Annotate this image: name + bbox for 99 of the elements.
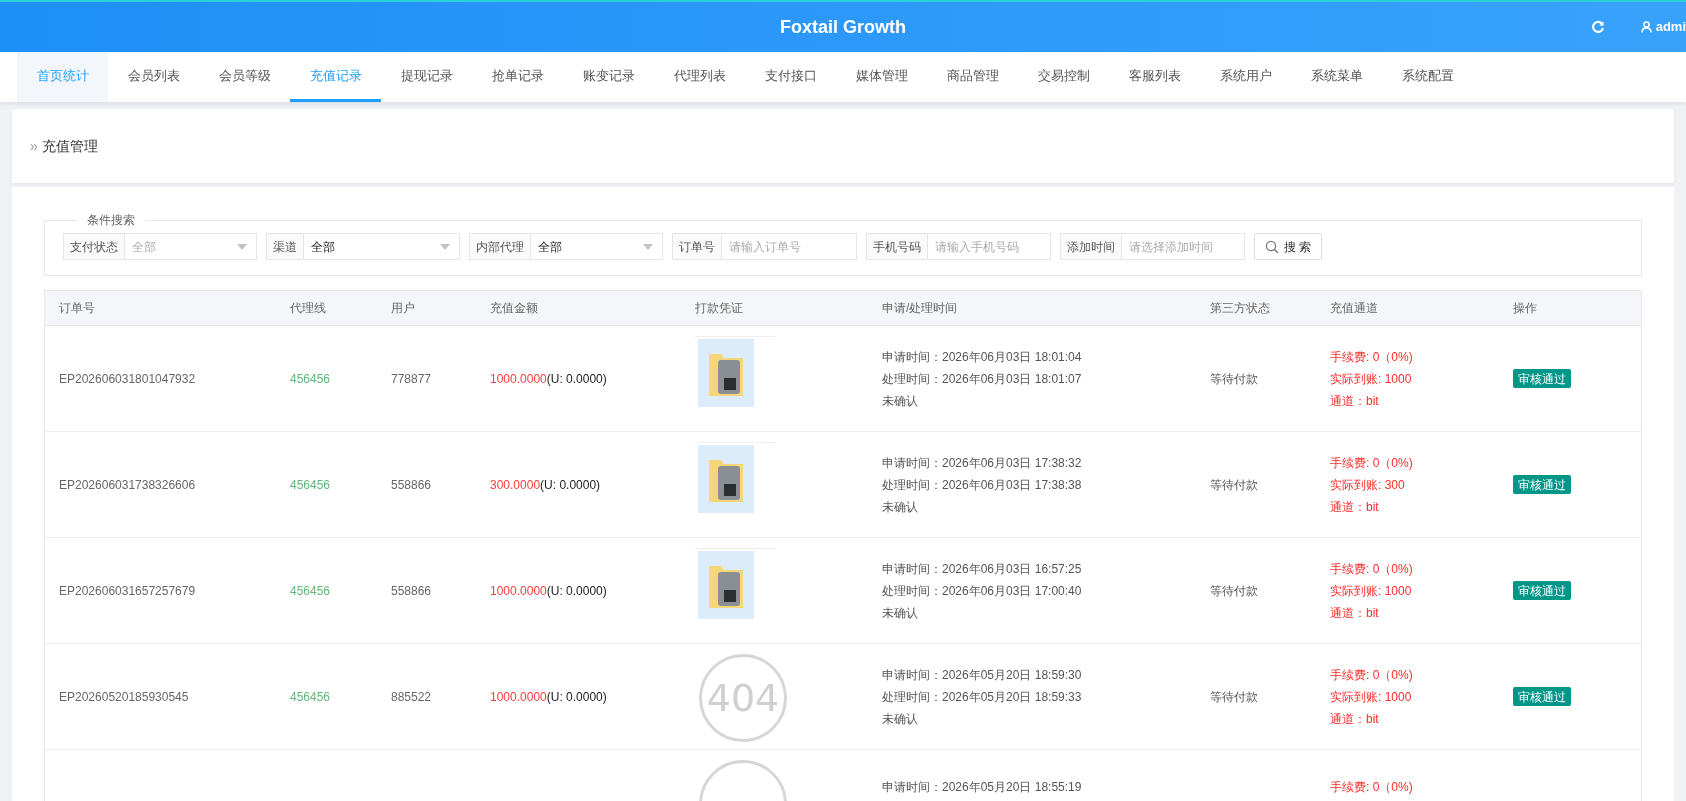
nav-tab[interactable]: 媒体管理	[836, 52, 927, 102]
user-id: 558866	[391, 477, 432, 492]
approve-button[interactable]: 审核通过	[1513, 475, 1571, 494]
third-party-status: 等待付款	[1210, 477, 1258, 492]
field-label: 支付状态	[64, 234, 125, 259]
approve-button[interactable]: 审核通过	[1513, 369, 1571, 388]
field-label: 内部代理	[470, 234, 531, 259]
nav-tab[interactable]: 交易控制	[1018, 52, 1109, 102]
agent-line: 456456	[290, 371, 331, 386]
channel-name: 通道：bit	[1330, 710, 1380, 728]
order-number: EP202606031657257679	[59, 583, 196, 598]
nav-tab[interactable]: 系统菜单	[1291, 52, 1382, 102]
recharge-amount: 1000.0000(U: 0.0000)	[490, 689, 607, 704]
column-header: 订单号	[58, 300, 96, 317]
column-header: 第三方状态	[1209, 300, 1271, 317]
nav-tab[interactable]: 支付接口	[745, 52, 836, 102]
recharge-amount: 300.0000(U: 0.0000)	[490, 477, 601, 492]
fee-text: 手续费: 0（0%)	[1330, 779, 1414, 796]
search-icon	[1265, 239, 1279, 254]
process-time: 处理时间：2026年06月03日 17:38:38	[882, 476, 1083, 494]
apply-time: 申请时间：2026年05月20日 18:59:30	[882, 666, 1083, 684]
nav-tab[interactable]: 客服列表	[1109, 52, 1200, 102]
process-time: 处理时间：2026年05月20日 18:59:33	[882, 688, 1083, 706]
third-party-status: 等待付款	[1210, 583, 1258, 598]
agent-line: 456456	[290, 689, 331, 704]
nav-tab[interactable]: 系统用户	[1200, 52, 1291, 102]
nav-tab[interactable]: 代理列表	[654, 52, 745, 102]
field-label: 手机号码	[867, 234, 928, 259]
fee-text: 手续费: 0（0%)	[1330, 560, 1414, 578]
actual-amount: 实际到账: 1000	[1330, 582, 1413, 600]
column-header: 充值金额	[489, 300, 539, 317]
confirm-status: 未确认	[882, 498, 919, 516]
user-id: 778877	[391, 371, 432, 386]
recharge-amount: 1000.0000(U: 0.0000)	[490, 371, 607, 386]
recharge-amount: 1000.0000(U: 0.0000)	[490, 583, 607, 598]
dropdown-caret-icon	[643, 243, 653, 250]
confirm-status: 未确认	[882, 392, 919, 410]
actual-amount: 实际到账: 1000	[1330, 688, 1413, 706]
input-field[interactable]: 订单号 请输入订单号	[672, 233, 857, 260]
confirm-status: 未确认	[882, 604, 919, 622]
fee-text: 手续费: 0（0%)	[1330, 454, 1414, 472]
channel-name: 通道：bit	[1330, 604, 1380, 622]
channel-name: 通道：bit	[1330, 392, 1380, 410]
order-number: EP20260520185930545	[59, 689, 189, 704]
nav-tab[interactable]: 账变记录	[563, 52, 654, 102]
search-button[interactable]: 搜 索	[1254, 233, 1323, 260]
actual-amount: 实际到账: 1000	[1330, 370, 1413, 388]
dropdown-caret-icon	[440, 243, 450, 250]
approve-button[interactable]: 审核通过	[1513, 687, 1571, 706]
fee-text: 手续费: 0（0%)	[1330, 348, 1414, 366]
page-title: 充值管理	[41, 136, 98, 156]
apply-time: 申请时间：2026年06月03日 17:38:32	[882, 454, 1083, 472]
select-field[interactable]: 内部代理 全部	[469, 233, 663, 260]
refresh-icon[interactable]	[1590, 20, 1605, 34]
field-label: 添加时间	[1061, 234, 1122, 259]
select-field[interactable]: 渠道 全部	[266, 233, 460, 260]
apply-time: 申请时间：2026年05月20日 18:55:19	[882, 779, 1083, 796]
apply-time: 申请时间：2026年06月03日 18:01:04	[882, 348, 1083, 366]
breadcrumb-marker: »	[30, 136, 38, 156]
voucher-thumbnail[interactable]	[698, 551, 754, 619]
fee-text: 手续费: 0（0%)	[1330, 666, 1414, 684]
process-time: 处理时间：2026年06月03日 17:00:40	[882, 582, 1083, 600]
user-id: 558866	[391, 583, 432, 598]
order-number: EP202606031738326606	[59, 477, 196, 492]
field-label: 订单号	[673, 234, 722, 259]
voucher-thumbnail[interactable]	[698, 339, 754, 407]
channel-name: 通道：bit	[1330, 498, 1380, 516]
dropdown-caret-icon	[237, 243, 247, 250]
app-title: Foxtail Growth	[780, 15, 906, 39]
agent-line: 456456	[290, 477, 331, 492]
actual-amount: 实际到账: 300	[1330, 476, 1406, 494]
user-id: 885522	[391, 689, 432, 704]
apply-time: 申请时间：2026年06月03日 16:57:25	[882, 560, 1083, 578]
nav-tab[interactable]: 会员列表	[108, 52, 199, 102]
column-header: 充值通道	[1329, 300, 1379, 317]
column-header: 申请/处理时间	[881, 300, 959, 317]
approve-button[interactable]: 审核通过	[1513, 581, 1571, 600]
nav-tab[interactable]: 系统配置	[1382, 52, 1473, 102]
third-party-status: 等待付款	[1210, 689, 1258, 704]
input-field[interactable]: 手机号码 请输入手机号码	[866, 233, 1051, 260]
search-legend: 条件搜索	[77, 211, 145, 229]
confirm-status: 未确认	[882, 710, 919, 728]
column-header: 用户	[390, 300, 416, 317]
nav-tab[interactable]: 提现记录	[381, 52, 472, 102]
nav-tab[interactable]: 会员等级	[199, 52, 290, 102]
process-time: 处理时间：2026年06月03日 18:01:07	[882, 370, 1083, 388]
agent-line: 456456	[290, 583, 331, 598]
select-field[interactable]: 支付状态 全部	[63, 233, 257, 260]
nav-tab[interactable]: 抢单记录	[472, 52, 563, 102]
input-field[interactable]: 添加时间 请选择添加时间	[1060, 233, 1245, 260]
user-icon	[1640, 21, 1652, 33]
nav-tab[interactable]: 商品管理	[927, 52, 1018, 102]
voucher-thumbnail[interactable]	[698, 445, 754, 513]
third-party-status: 等待付款	[1210, 371, 1258, 386]
column-header: 操作	[1512, 300, 1538, 317]
order-number: EP202606031801047932	[59, 371, 196, 386]
column-header: 代理线	[289, 300, 327, 317]
column-header: 打款凭证	[694, 300, 744, 317]
field-label: 渠道	[267, 234, 304, 259]
